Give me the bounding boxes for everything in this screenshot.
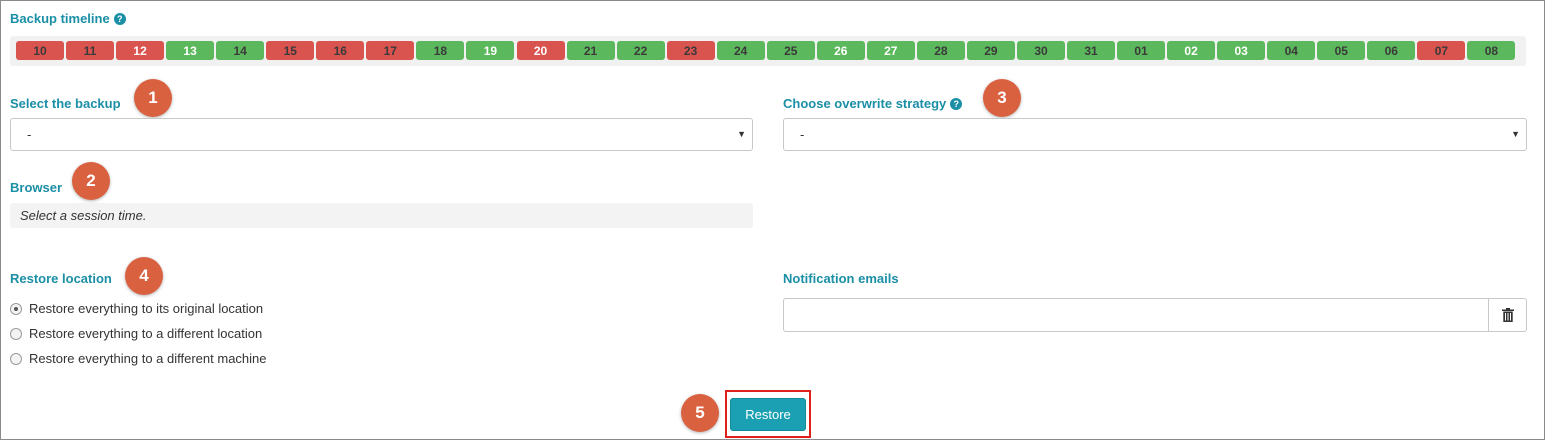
overwrite-label-row: Choose overwrite strategy ? [783,96,963,111]
radio-button[interactable] [10,352,22,365]
timeline-day-14[interactable]: 14 [216,41,265,60]
session-browser[interactable]: Select a session time. [10,203,753,228]
timeline-day-17[interactable]: 17 [366,41,415,60]
notification-label: Notification emails [783,271,899,286]
caret-down-icon: ▼ [737,129,746,139]
step-badge-5: 5 [681,394,719,432]
radio-label: Restore everything to a different machin… [29,351,267,366]
timeline-day-31[interactable]: 31 [1067,41,1115,60]
timeline-day-19[interactable]: 19 [466,41,515,60]
timeline-day-28[interactable]: 28 [916,41,965,60]
timeline-day-18[interactable]: 18 [416,41,465,60]
timeline-day-30[interactable]: 30 [1017,41,1065,60]
step-badge-4: 4 [125,257,163,295]
restore-location-label: Restore location [10,271,112,286]
timeline-day-26[interactable]: 26 [816,41,865,60]
timeline-day-20[interactable]: 20 [516,41,565,60]
caret-down-icon: ▼ [1511,129,1520,139]
overwrite-select[interactable]: - ▼ [783,118,1527,151]
radio-label: Restore everything to its original locat… [29,301,264,316]
step-badge-3: 3 [983,79,1021,117]
timeline-day-06[interactable]: 06 [1367,41,1416,60]
radio-button[interactable] [10,302,22,315]
timeline-day-03[interactable]: 03 [1217,41,1266,60]
timeline-day-27[interactable]: 27 [866,41,915,60]
timeline-day-01[interactable]: 01 [1117,41,1166,60]
notification-label-row: Notification emails [783,271,899,286]
question-circle-icon[interactable]: ? [950,97,963,110]
backup-select-label-row: Select the backup [10,96,121,111]
timeline-day-16[interactable]: 16 [316,41,365,60]
step-badge-1: 1 [134,79,172,117]
timeline-day-29[interactable]: 29 [966,41,1015,60]
timeline-day-22[interactable]: 22 [616,41,665,60]
delete-email-button[interactable] [1488,298,1527,332]
timeline-day-25[interactable]: 25 [766,41,815,60]
timeline-day-23[interactable]: 23 [666,41,715,60]
timeline-day-08[interactable]: 08 [1467,41,1516,60]
timeline-day-05[interactable]: 05 [1317,41,1366,60]
timeline-day-04[interactable]: 04 [1267,41,1316,60]
browser-label-row: Browser [10,180,62,195]
backup-timeline: 10 11 12 13 14 15 16 17 18 19 20 21 22 23 24 25 26 27 28 29… [10,36,1526,66]
overwrite-select-value: - [800,127,805,142]
timeline-day-21[interactable]: 21 [566,41,615,60]
backup-select-value: - [27,127,32,142]
timeline-day-07[interactable]: 07 [1417,41,1466,60]
timeline-label-row: Backup timeline ? [10,11,126,26]
radio-different-location[interactable]: Restore everything to a different locati… [10,326,262,341]
timeline-day-13[interactable]: 13 [166,41,215,60]
timeline-day-11[interactable]: 11 [66,41,114,60]
backup-select-label: Select the backup [10,96,121,111]
notification-email-input[interactable] [783,298,1489,332]
trash-icon [1501,308,1514,322]
restore-location-label-row: Restore location [10,271,112,286]
radio-different-machine[interactable]: Restore everything to a different machin… [10,351,267,366]
timeline-day-24[interactable]: 24 [716,41,765,60]
browser-placeholder: Select a session time. [20,208,147,223]
radio-original-location[interactable]: Restore everything to its original locat… [10,301,263,316]
timeline-day-10[interactable]: 10 [16,41,64,60]
timeline-day-12[interactable]: 12 [116,41,165,60]
overwrite-label: Choose overwrite strategy [783,96,947,111]
restore-panel: Backup timeline ? 10 11 12 13 14 15 16 17 18 19 20… [0,0,1545,440]
question-circle-icon[interactable]: ? [113,12,126,25]
restore-button[interactable]: Restore [730,398,806,431]
step-badge-2: 2 [72,162,110,200]
radio-label: Restore everything to a different locati… [29,326,263,341]
backup-select[interactable]: - ▼ [10,118,753,151]
timeline-label: Backup timeline [10,11,110,26]
radio-button[interactable] [10,327,22,340]
browser-label: Browser [10,180,63,195]
timeline-day-02[interactable]: 02 [1167,41,1216,60]
timeline-day-15[interactable]: 15 [266,41,315,60]
